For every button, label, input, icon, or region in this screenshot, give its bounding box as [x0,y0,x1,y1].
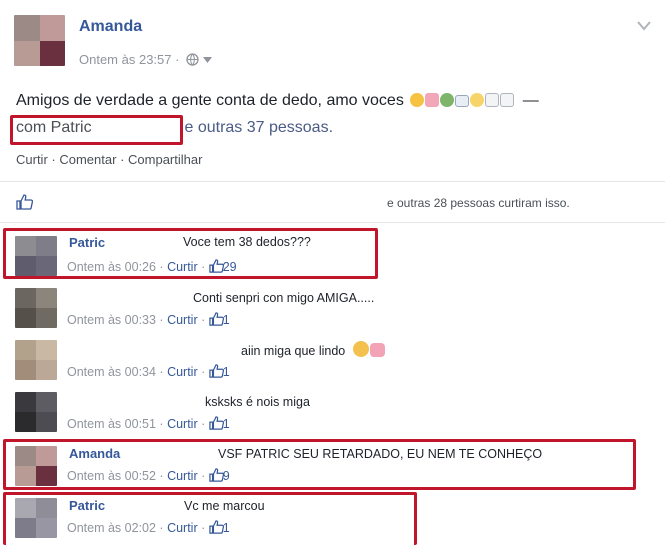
highlight-box [10,115,183,145]
comment-button[interactable]: Comentar [59,152,116,167]
comment-meta: Ontem às 00:51 · Curtir · 1 [67,416,230,431]
emoji-smile-hearts-icon [410,93,425,107]
post-author-avatar[interactable] [14,15,65,66]
post-author-name[interactable]: Amanda [79,18,142,36]
tagged-others-link[interactable]: e outras 37 pessoas. [184,119,333,136]
privacy-dropdown-icon[interactable] [202,51,212,66]
kiss-face-icon [352,341,369,357]
likes-summary[interactable]: e outras 28 pessoas curtiram isso. [387,196,570,210]
comment-like-button[interactable]: Curtir [167,313,198,327]
heart-icon [425,93,440,107]
comment-time[interactable]: Ontem às 00:51 [67,417,156,431]
comment-meta: Ontem às 00:33 · Curtir · 1 [67,312,230,327]
comment-text: Conti senpri con migo AMIGA..... [193,291,375,305]
comment-like-count[interactable]: 1 [223,313,230,327]
heart-icon [369,343,385,357]
wink-icon [470,93,485,107]
comment-like-button[interactable]: Curtir [167,417,198,431]
post-text: Amigos de verdade a gente conta de dedo,… [16,92,539,110]
comment-body: aiin miga que lindo [241,344,346,358]
post-body: Amigos de verdade a gente conta de dedo,… [16,92,404,109]
comment-like-count[interactable]: 1 [223,417,230,431]
speech-bubble-icon [455,95,470,107]
globe-icon[interactable] [186,53,199,69]
emoji-row [410,92,515,110]
thumbs-up-icon[interactable] [16,194,34,215]
hand-icon [485,93,500,107]
post-dash: — [522,92,539,109]
comment-like-button[interactable]: Curtir [167,365,198,379]
thumbs-up-icon[interactable] [209,364,224,378]
highlight-box [3,228,378,279]
comment-text: aiin miga que lindo [241,341,386,358]
post-timestamp[interactable]: Ontem às 23:57 · [79,52,179,67]
comment-meta: Ontem às 00:34 · Curtir · 1 [67,364,230,379]
like-button[interactable]: Curtir [16,152,48,167]
comment-avatar[interactable] [15,340,57,380]
post-meta: Ontem às 23:57 · [79,51,212,69]
comment-avatar[interactable] [15,288,57,328]
thumbs-up-icon[interactable] [209,312,224,326]
chevron-down-icon[interactable] [637,18,651,36]
comment-text: ksksks é nois miga [205,395,310,409]
thumbs-up-icon[interactable] [209,416,224,430]
section-divider [0,222,665,223]
clap-icon [500,93,515,107]
comment-time[interactable]: Ontem às 00:33 [67,313,156,327]
highlight-box [3,492,417,545]
highlight-box [3,439,636,490]
comment-time[interactable]: Ontem às 00:34 [67,365,156,379]
section-divider [0,181,665,182]
comment-avatar[interactable] [15,392,57,432]
share-button[interactable]: Compartilhar [128,152,202,167]
post-actions: Curtir · Comentar · Compartilhar [16,152,203,167]
comment-like-count[interactable]: 1 [223,365,230,379]
leaf-icon [440,93,455,107]
